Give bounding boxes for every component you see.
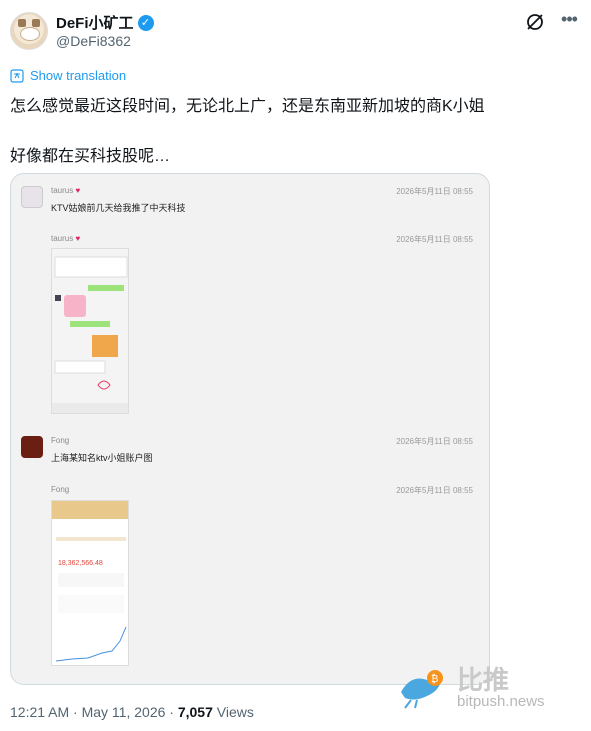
chat-timestamp: 2026年5月11日 08:55	[396, 187, 473, 196]
avatar-face	[20, 27, 40, 41]
avatar-ear-left	[18, 19, 26, 27]
chat-avatar	[21, 186, 43, 208]
svg-text:₿: ₿	[431, 673, 438, 685]
show-translation-label: Show translation	[30, 68, 127, 83]
chat-timestamp: 2026年5月11日 08:55	[396, 437, 473, 446]
author-display-name[interactable]: DeFi小矿工	[56, 12, 134, 33]
watermark-en: bitpush.news	[457, 693, 545, 710]
author-handle[interactable]: @DeFi8362	[56, 33, 131, 49]
tweet-footer: 12:21 AM · May 11, 2026 · 7,057 Views	[10, 704, 254, 720]
chat-timestamp: 2026年5月11日 08:55	[396, 235, 473, 244]
author-name-row: DeFi小矿工 ✓	[56, 12, 154, 33]
views-label: Views	[212, 704, 254, 720]
tweet-text-line-1: 怎么感觉最近这段时间，无论北上广，还是东南亚新加坡的商K小姐	[10, 98, 485, 115]
tweet-timestamp[interactable]: 12:21 AM · May 11, 2026 ·	[10, 704, 178, 720]
chat-message-text: KTV姑娘前几天给我推了中天科技	[51, 203, 186, 213]
show-translation-link[interactable]: Show translation	[10, 68, 126, 83]
translate-icon	[10, 68, 24, 83]
chat-sender-name: Fong	[51, 436, 70, 445]
author-avatar[interactable]	[10, 12, 48, 50]
bird-logo-icon: ₿	[401, 670, 443, 709]
bitpush-watermark: ₿ 比推 bitpush.news	[391, 660, 571, 715]
heart-icon: ♥	[75, 186, 81, 195]
grok-icon[interactable]	[525, 12, 545, 32]
chat-timestamp: 2026年5月11日 08:55	[396, 486, 473, 495]
chat-screenshot-drawing	[52, 249, 128, 413]
chat-sender-name: taurus ♥	[51, 234, 81, 243]
tweet-media-image[interactable]: taurus ♥ 2026年5月11日 08:55 KTV姑娘前几天给我推了中天…	[10, 173, 490, 685]
chat-message-text: 上海某知名ktv小姐账户图	[51, 453, 153, 463]
account-screenshot-drawing: 18,362,566.48	[52, 501, 128, 665]
heart-icon: ♥	[75, 234, 81, 243]
tweet-text-line-2: 好像都在买科技股呢…	[10, 148, 171, 165]
chat-screenshot-thumbnail[interactable]	[51, 248, 129, 414]
chat-sender-name: Fong	[51, 485, 70, 494]
account-screenshot-thumbnail[interactable]: 18,362,566.48	[51, 500, 129, 666]
avatar-ear-right	[32, 19, 40, 27]
account-value-text: 18,362,566.48	[58, 560, 103, 567]
watermark-cn: 比推	[457, 665, 510, 695]
verified-badge-icon: ✓	[137, 14, 154, 31]
views-count: 7,057	[177, 704, 213, 720]
tweet-header: DeFi小矿工 ✓ @DeFi8362 •••	[10, 10, 581, 54]
chat-avatar	[21, 436, 43, 458]
more-options-icon[interactable]: •••	[557, 10, 581, 34]
chat-sender-name: taurus ♥	[51, 186, 81, 195]
